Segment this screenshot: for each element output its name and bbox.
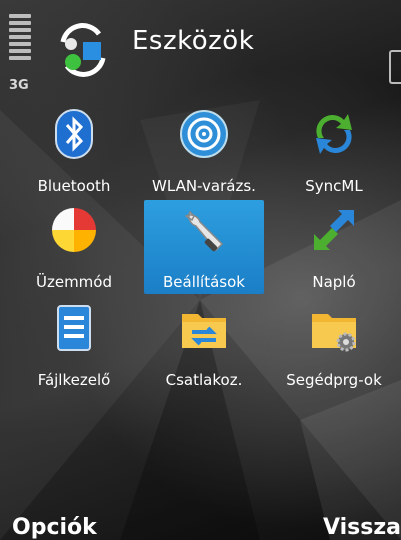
sync-icon — [316, 114, 352, 154]
network-type: 3G — [9, 78, 29, 93]
app-profiles[interactable]: Üzemmód — [14, 200, 134, 294]
connectivity-folder-icon — [182, 314, 226, 348]
wrench-settings-icon — [184, 210, 224, 252]
app-connectivity[interactable]: Csatlakoz. — [144, 298, 264, 392]
app-log[interactable]: Napló — [274, 200, 394, 294]
app-wlan-wizard[interactable]: WLAN-varázs. — [144, 104, 264, 198]
app-label: SyncML — [305, 177, 363, 195]
app-utilities[interactable]: Segédprg-ok — [274, 298, 394, 392]
log-arrows-icon — [314, 210, 354, 250]
back-softkey[interactable]: Vissza — [323, 515, 401, 540]
options-softkey[interactable]: Opciók — [12, 515, 97, 540]
app-label: Napló — [312, 273, 356, 291]
app-settings[interactable]: Beállítások — [144, 200, 264, 294]
signal-strength-icon — [9, 14, 31, 63]
app-bluetooth[interactable]: Bluetooth — [14, 104, 134, 198]
phone-screen: 3G Eszközök Bluetooth WLAN-varázs. SyncM… — [0, 0, 401, 540]
tools-app-icon — [60, 23, 106, 77]
app-file-manager[interactable]: Fájlkezelő — [14, 298, 134, 392]
app-syncml[interactable]: SyncML — [274, 104, 394, 198]
page-title: Eszközök — [132, 26, 255, 56]
app-label: Fájlkezelő — [37, 371, 111, 389]
wlan-wizard-icon — [180, 110, 228, 158]
app-label: Üzemmód — [35, 273, 112, 291]
profiles-icon — [52, 208, 96, 252]
utilities-folder-icon — [312, 314, 356, 352]
app-label: Segédprg-ok — [286, 371, 382, 389]
app-label: Csatlakoz. — [165, 371, 243, 389]
bluetooth-icon — [55, 109, 93, 159]
file-manager-icon — [57, 305, 91, 351]
scroll-indicator — [389, 50, 401, 84]
app-label: Bluetooth — [37, 177, 111, 195]
app-label: Beállítások — [163, 273, 245, 291]
app-label: WLAN-varázs. — [152, 177, 256, 195]
